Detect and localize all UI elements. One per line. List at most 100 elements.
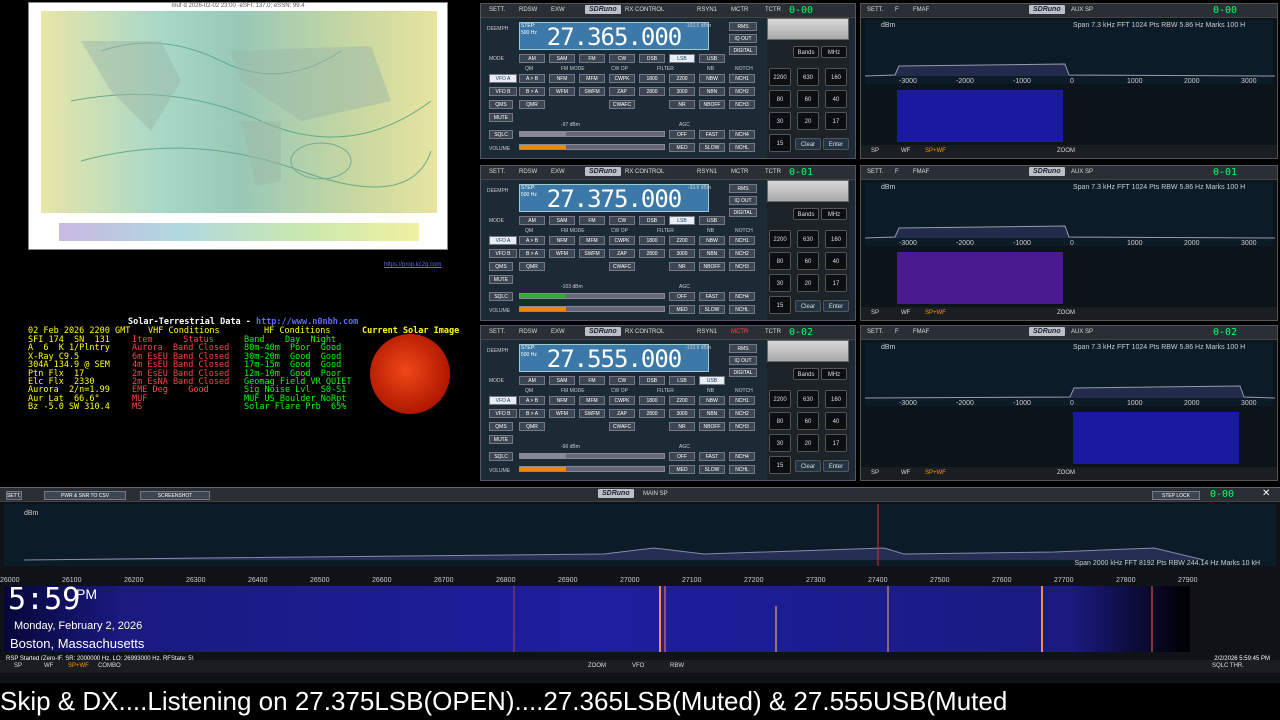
keypad-30-button[interactable]: 30 — [769, 434, 791, 452]
keypad-17-button[interactable]: 17 — [825, 112, 847, 130]
keypad-mhz-button[interactable]: MHz — [821, 208, 847, 220]
aux-sp-button[interactable]: SP — [871, 470, 879, 476]
rx-btn-fast[interactable]: FAST — [699, 292, 725, 301]
rx-btn-nr[interactable]: NR — [669, 422, 695, 431]
main-sqlc-button[interactable]: SQLC THR. — [1212, 663, 1244, 669]
rx-btn-wfm[interactable]: WFM — [549, 87, 575, 96]
rx-rms-button[interactable]: RMS — [729, 184, 757, 193]
rx-rms-button[interactable]: RMS — [729, 344, 757, 353]
rx-btn-nch4[interactable]: NCH4 — [729, 452, 755, 461]
rx-rsyn-button[interactable]: RSYN1 — [697, 169, 717, 175]
squelch-slider[interactable] — [519, 293, 665, 299]
rx-btn-zap[interactable]: ZAP — [609, 249, 635, 258]
rx-btn-swfm[interactable]: SWFM — [579, 87, 605, 96]
aux-f-button[interactable]: F — [895, 329, 899, 335]
keypad-17-button[interactable]: 17 — [825, 434, 847, 452]
aux-sett-button[interactable]: SETT. — [867, 329, 883, 335]
keypad-2200-button[interactable]: 2200 — [769, 390, 791, 408]
keypad-15-button[interactable]: 15 — [769, 134, 791, 152]
mode-sam-button[interactable]: SAM — [549, 376, 575, 385]
rx-btn-1800[interactable]: 1800 — [639, 236, 665, 245]
rx-btn-ab[interactable]: A > B — [519, 74, 545, 83]
aux-fmaf-button[interactable]: FMAF — [913, 329, 929, 335]
rx-btn-nch1[interactable]: NCH1 — [729, 396, 755, 405]
rx-btn-zap[interactable]: ZAP — [609, 409, 635, 418]
rx-btn-nch4[interactable]: NCH4 — [729, 130, 755, 139]
main-rbw-button[interactable]: RBW — [670, 663, 684, 669]
squelch-slider[interactable] — [519, 453, 665, 459]
rx-btn-fast[interactable]: FAST — [699, 452, 725, 461]
aux-sett-button[interactable]: SETT. — [867, 7, 883, 13]
aux-wf-button[interactable]: WF — [901, 470, 910, 476]
vfob-button[interactable]: VFO B — [489, 249, 517, 258]
rx-btn-nboff[interactable]: NBOFF — [699, 262, 725, 271]
rx-btn-off[interactable]: OFF — [669, 292, 695, 301]
aux-waterfall[interactable] — [897, 252, 1063, 304]
rx-btn-slow[interactable]: SLOW — [699, 465, 725, 474]
aux-waterfall[interactable] — [1073, 412, 1239, 464]
rx-btn-mfm[interactable]: MFM — [579, 236, 605, 245]
rx-btn-qmr[interactable]: QMR — [519, 262, 545, 271]
aux-zoom-button[interactable]: ZOOM — [1057, 310, 1075, 316]
rx-btn-nch2[interactable]: NCH2 — [729, 249, 755, 258]
rx-btn-slow[interactable]: SLOW — [699, 143, 725, 152]
squelch-slider[interactable] — [519, 131, 665, 137]
keypad-20-button[interactable]: 20 — [797, 274, 819, 292]
keypad-60-button[interactable]: 60 — [797, 252, 819, 270]
mode-fm-button[interactable]: FM — [579, 54, 605, 63]
aux-spectrum[interactable]: dBm Span 7.3 kHz FFT 1024 Pts RBW 5.86 Hz… — [865, 182, 1275, 246]
sqlc-button[interactable]: SQLC — [489, 452, 513, 461]
rx-btn-ba[interactable]: B > A — [519, 87, 545, 96]
mode-fm-button[interactable]: FM — [579, 376, 605, 385]
rx-exw-button[interactable]: EXW — [551, 169, 565, 175]
rx-mctr-button[interactable]: MCTR — [731, 7, 748, 13]
main-waterfall[interactable] — [4, 586, 1190, 652]
rx-btn-nch2[interactable]: NCH2 — [729, 87, 755, 96]
rx-btn-nchl[interactable]: NCHL — [729, 305, 755, 314]
rx-btn-cwpk[interactable]: CWPK — [609, 74, 635, 83]
rx-btn-ab[interactable]: A > B — [519, 396, 545, 405]
rx-btn-wfm[interactable]: WFM — [549, 409, 575, 418]
rx-btn-nbn[interactable]: NBN — [699, 87, 725, 96]
mode-sam-button[interactable]: SAM — [549, 54, 575, 63]
qms-button[interactable]: QMS — [489, 422, 513, 431]
mode-sam-button[interactable]: SAM — [549, 216, 575, 225]
mode-lsb-button[interactable]: LSB — [669, 216, 695, 225]
rx-btn-3000[interactable]: 3000 — [669, 409, 695, 418]
qms-button[interactable]: QMS — [489, 100, 513, 109]
rx-btn-med[interactable]: MED — [669, 143, 695, 152]
vfoa-button[interactable]: VFO A — [489, 396, 517, 405]
keypad-160-button[interactable]: 160 — [825, 68, 847, 86]
aux-fmaf-button[interactable]: FMAF — [913, 169, 929, 175]
rx-btn-nfm[interactable]: NFM — [549, 396, 575, 405]
keypad-60-button[interactable]: 60 — [797, 90, 819, 108]
keypad-bands-button[interactable]: Bands — [793, 368, 819, 380]
rx-btn-nbn[interactable]: NBN — [699, 409, 725, 418]
mode-am-button[interactable]: AM — [519, 216, 545, 225]
rx-btn-nch4[interactable]: NCH4 — [729, 292, 755, 301]
rx-btn-cwafc[interactable]: CWAFC — [609, 100, 635, 109]
main-close-icon[interactable]: ✕ — [1262, 488, 1270, 499]
rx-btn-nfm[interactable]: NFM — [549, 236, 575, 245]
keypad-mhz-button[interactable]: MHz — [821, 46, 847, 58]
sqlc-button[interactable]: SQLC — [489, 130, 513, 139]
keypad-80-button[interactable]: 80 — [769, 90, 791, 108]
main-sett-button[interactable]: SETT. — [6, 491, 22, 500]
vfob-button[interactable]: VFO B — [489, 409, 517, 418]
rx-btn-2800[interactable]: 2800 — [639, 87, 665, 96]
rx-exw-button[interactable]: EXW — [551, 329, 565, 335]
keypad-80-button[interactable]: 80 — [769, 252, 791, 270]
rx-tctr-button[interactable]: TCTR — [765, 169, 781, 175]
aux-sp-button[interactable]: SP — [871, 310, 879, 316]
main-sp-button[interactable]: SP — [14, 663, 22, 669]
main-wf-button[interactable]: WF — [44, 663, 53, 669]
mode-dsb-button[interactable]: DSB — [639, 54, 665, 63]
rx-digital-button[interactable]: DIGITAL — [729, 208, 757, 217]
mode-dsb-button[interactable]: DSB — [639, 216, 665, 225]
keypad-enter-button[interactable]: Enter — [823, 460, 849, 472]
mode-lsb-button[interactable]: LSB — [669, 54, 695, 63]
keypad-bands-button[interactable]: Bands — [793, 208, 819, 220]
rx-btn-off[interactable]: OFF — [669, 130, 695, 139]
mode-am-button[interactable]: AM — [519, 376, 545, 385]
rx-btn-nch3[interactable]: NCH3 — [729, 422, 755, 431]
